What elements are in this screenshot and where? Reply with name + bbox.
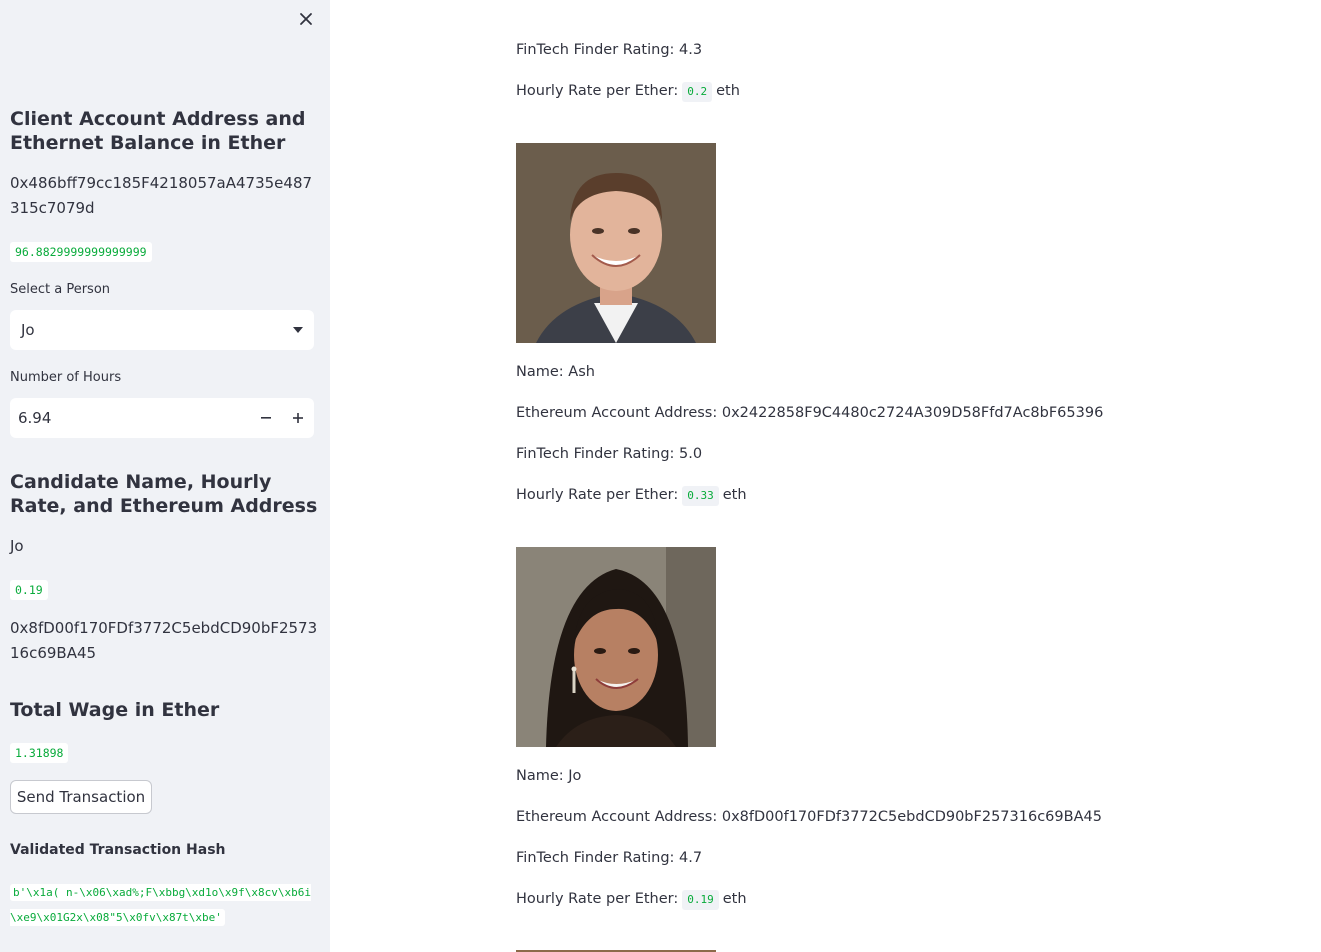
candidate-hourly-rate: Hourly Rate per Ether: 0.2 eth (516, 81, 740, 102)
candidate-rate-badge: 0.19 (10, 579, 48, 600)
close-icon (300, 13, 312, 25)
candidate-photo-ash (516, 143, 716, 343)
main-content: FinTech Finder Rating: 4.3 Hourly Rate p… (330, 0, 1321, 952)
hourly-rate-prefix: Hourly Rate per Ether: (516, 891, 679, 907)
sidebar: Client Account Address and Ethernet Bala… (0, 0, 330, 952)
app-root: Client Account Address and Ethernet Bala… (0, 0, 1321, 952)
candidate-address: 0x8fD00f170FDf3772C5ebdCD90bF257316c69BA… (10, 619, 318, 662)
candidate-rate: 0.19 (10, 580, 48, 600)
hourly-rate-value: 0.2 (682, 82, 713, 102)
close-sidebar-button[interactable] (296, 9, 316, 29)
hourly-rate-unit: eth (716, 83, 740, 99)
candidate-rating: FinTech Finder Rating: 4.3 (516, 42, 703, 58)
candidate-name: Name: Jo (516, 768, 582, 784)
select-person-label: Select a Person (10, 282, 111, 297)
transaction-hash-heading: Validated Transaction Hash (10, 842, 226, 858)
hourly-rate-unit: eth (722, 891, 747, 907)
increment-hours-button[interactable] (282, 398, 314, 438)
hourly-rate-prefix: Hourly Rate per Ether: (516, 83, 679, 99)
caret-down-icon (293, 327, 303, 333)
candidate-rating: FinTech Finder Rating: 4.7 (516, 850, 703, 866)
send-transaction-button[interactable]: Send Transaction (10, 780, 152, 814)
hours-label: Number of Hours (10, 370, 122, 385)
decrement-hours-button[interactable] (250, 398, 282, 438)
candidate-hourly-rate: Hourly Rate per Ether: 0.33 eth (516, 485, 747, 506)
client-balance: 96.8829999999999999 (10, 242, 152, 262)
hours-input[interactable] (10, 398, 250, 438)
hourly-rate-value: 0.33 (682, 486, 719, 506)
minus-icon (261, 417, 271, 419)
candidate-name: Jo (10, 537, 24, 555)
client-account-heading: Client Account Address and Ethernet Bala… (10, 108, 306, 154)
candidate-heading: Candidate Name, Hourly Rate, and Ethereu… (10, 471, 318, 517)
hourly-rate-unit: eth (722, 487, 747, 503)
hourly-rate-prefix: Hourly Rate per Ether: (516, 487, 679, 503)
hourly-rate-value: 0.19 (682, 890, 719, 910)
candidate-address: Ethereum Account Address: 0x2422858F9C44… (516, 405, 1104, 421)
candidate-photo-jo (516, 547, 716, 747)
candidate-address: Ethereum Account Address: 0x8fD00f170FDf… (516, 809, 1102, 825)
transaction-hash-block: b'\x1a( n-\x06\xad%;F\xbbg\xd1o\x9f\x8cv… (10, 880, 315, 930)
selected-person-value: Jo (21, 321, 35, 339)
transaction-hash-value: b'\x1a( n-\x06\xad%;F\xbbg\xd1o\x9f\x8cv… (10, 884, 312, 926)
candidate-name: Name: Ash (516, 364, 595, 380)
total-wage-value: 1.31898 (10, 743, 69, 763)
select-person-dropdown[interactable]: Jo (10, 310, 314, 350)
candidate-hourly-rate: Hourly Rate per Ether: 0.19 eth (516, 889, 747, 910)
hours-number-input (10, 398, 314, 438)
candidate-rating: FinTech Finder Rating: 5.0 (516, 446, 703, 462)
client-balance-badge: 96.8829999999999999 (10, 241, 152, 262)
total-wage-heading: Total Wage in Ether (10, 699, 220, 721)
plus-icon (293, 413, 303, 423)
client-address: 0x486bff79cc185F4218057aA4735e487315c707… (10, 174, 313, 217)
total-wage-badge: 1.31898 (10, 742, 69, 763)
